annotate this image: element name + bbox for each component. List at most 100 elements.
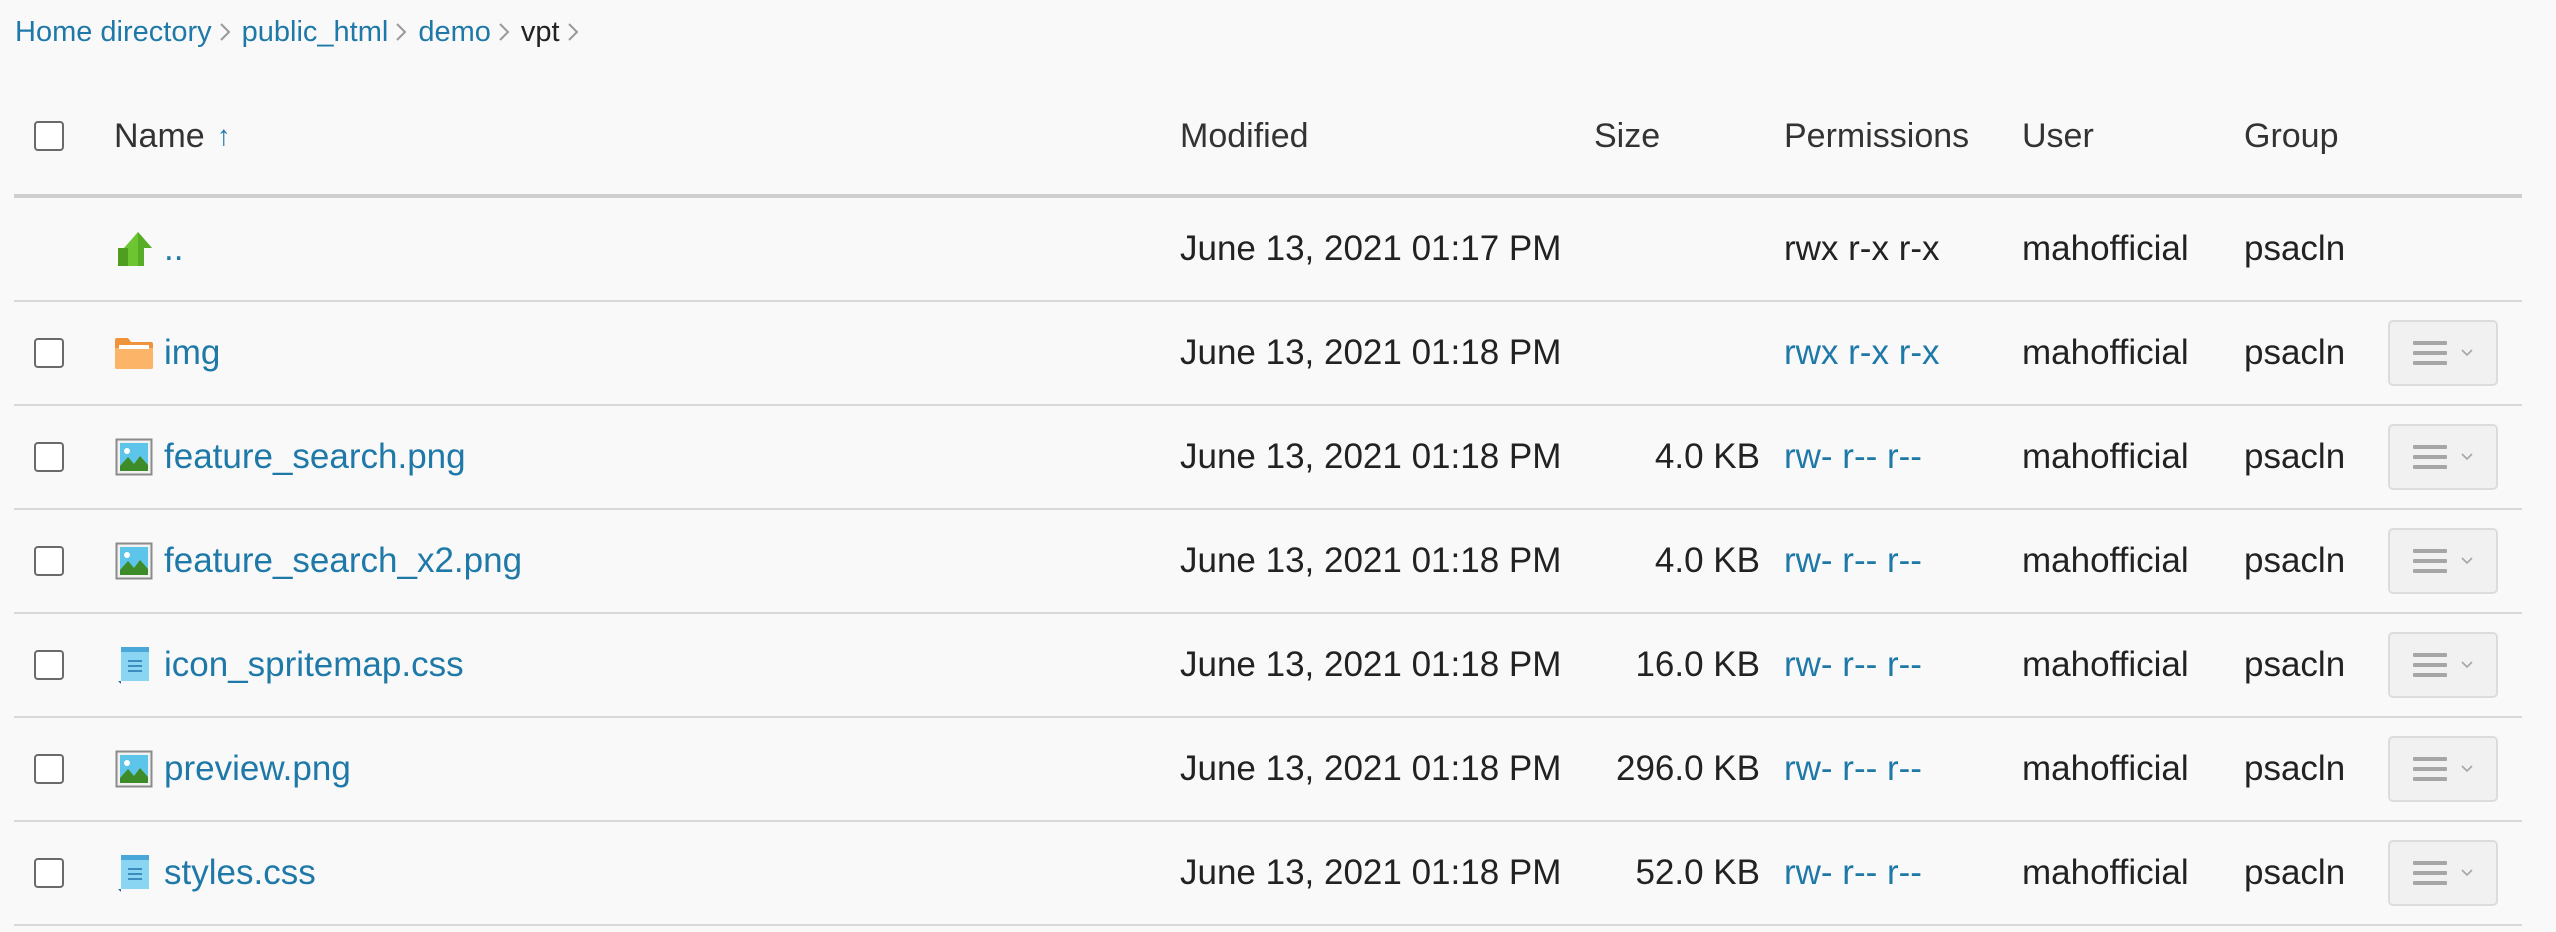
name-cell: feature_search.png <box>114 406 466 508</box>
actions-cell <box>2388 718 2498 820</box>
modified-date: June 13, 2021 01:18 PM <box>1180 437 1562 476</box>
file-name[interactable]: icon_spritemap.css <box>164 645 464 685</box>
chevron-down-icon <box>2461 869 2473 877</box>
chevron-down-icon <box>2461 453 2473 461</box>
file-name[interactable]: styles.css <box>164 853 316 893</box>
folder-up-icon <box>114 229 154 269</box>
row-actions-menu-button[interactable] <box>2388 736 2498 802</box>
chevron-right-icon <box>567 22 579 42</box>
row-actions-menu-button[interactable] <box>2388 424 2498 490</box>
permissions-cell: rwx r-x r-x <box>1784 302 1940 404</box>
permissions-cell: rw- r-- r-- <box>1784 822 1922 924</box>
file-table: Name ↑ Modified Size Permissions User Gr… <box>14 90 2522 926</box>
owner-group: psacln <box>2244 749 2346 788</box>
permissions-cell: rw- r-- r-- <box>1784 718 1922 820</box>
parent-directory-link[interactable]: .. <box>114 198 183 300</box>
file-size <box>1594 198 1760 300</box>
row-checkbox[interactable] <box>34 650 64 680</box>
table-row: styles.css June 13, 2021 01:18 PM 52.0 K… <box>14 822 2522 926</box>
chevron-down-icon <box>2461 349 2473 357</box>
breadcrumb-home-directory[interactable]: Home directory <box>15 12 212 52</box>
table-row-parent: .. June 13, 2021 01:17 PM rwx r-x r-x ma… <box>14 198 2522 302</box>
file-name[interactable]: img <box>164 333 220 373</box>
owner-user: mahofficial <box>2022 229 2189 268</box>
name-cell: feature_search_x2.png <box>114 510 522 612</box>
breadcrumb-public-html[interactable]: public_html <box>242 12 389 52</box>
row-checkbox[interactable] <box>34 546 64 576</box>
modified-date: June 13, 2021 01:18 PM <box>1180 333 1562 372</box>
owner-user: mahofficial <box>2022 645 2189 684</box>
permissions-link[interactable]: rw- r-- r-- <box>1784 541 1922 581</box>
owner-group: psacln <box>2244 541 2346 580</box>
permissions-cell: rw- r-- r-- <box>1784 614 1922 716</box>
row-checkbox[interactable] <box>34 442 64 472</box>
menu-icon <box>2413 341 2447 365</box>
menu-icon <box>2413 445 2447 469</box>
table-row: feature_search_x2.png June 13, 2021 01:1… <box>14 510 2522 614</box>
permissions-link[interactable]: rw- r-- r-- <box>1784 645 1922 685</box>
menu-icon <box>2413 757 2447 781</box>
permissions-link[interactable]: rw- r-- r-- <box>1784 437 1922 477</box>
actions-cell <box>2388 510 2498 612</box>
name-cell: icon_spritemap.css <box>114 614 464 716</box>
chevron-right-icon <box>498 22 510 42</box>
file-size: 296.0 KB <box>1616 749 1760 788</box>
row-checkbox[interactable] <box>34 754 64 784</box>
row-checkbox[interactable] <box>34 858 64 888</box>
actions-cell <box>2388 406 2498 508</box>
actions-cell <box>2388 302 2498 404</box>
chevron-down-icon <box>2461 661 2473 669</box>
permissions-cell: rw- r-- r-- <box>1784 510 1922 612</box>
actions-cell <box>2388 614 2498 716</box>
column-header-group[interactable]: Group <box>2244 84 2339 188</box>
column-header-name[interactable]: Name ↑ <box>114 84 231 188</box>
row-actions-menu-button[interactable] <box>2388 632 2498 698</box>
chevron-down-icon <box>2461 557 2473 565</box>
table-header: Name ↑ Modified Size Permissions User Gr… <box>14 90 2522 198</box>
owner-group: psacln <box>2244 229 2346 268</box>
actions-cell <box>2388 822 2498 924</box>
file-size: 52.0 KB <box>1635 853 1760 892</box>
column-header-user[interactable]: User <box>2022 84 2094 188</box>
owner-user: mahofficial <box>2022 437 2189 476</box>
breadcrumb: Home directory public_html demo vpt <box>15 12 590 52</box>
file-name[interactable]: feature_search.png <box>164 437 466 477</box>
file-name[interactable]: feature_search_x2.png <box>164 541 522 581</box>
column-header-name-label: Name <box>114 116 205 155</box>
table-row: feature_search.png June 13, 2021 01:18 P… <box>14 406 2522 510</box>
file-name[interactable]: .. <box>164 229 183 269</box>
image-file-icon <box>114 541 154 581</box>
owner-user: mahofficial <box>2022 853 2189 892</box>
column-header-size[interactable]: Size <box>1594 84 1760 188</box>
permissions-text: rwx r-x r-x <box>1784 229 1940 268</box>
menu-icon <box>2413 653 2447 677</box>
modified-date: June 13, 2021 01:18 PM <box>1180 541 1562 580</box>
permissions-link[interactable]: rw- r-- r-- <box>1784 853 1922 893</box>
chevron-right-icon <box>219 22 231 42</box>
modified-date: June 13, 2021 01:18 PM <box>1180 749 1562 788</box>
folder-icon <box>114 333 154 373</box>
row-actions-menu-button[interactable] <box>2388 320 2498 386</box>
owner-user: mahofficial <box>2022 541 2189 580</box>
row-actions-menu-button[interactable] <box>2388 528 2498 594</box>
name-cell: img <box>114 302 220 404</box>
breadcrumb-demo[interactable]: demo <box>418 12 491 52</box>
column-header-modified[interactable]: Modified <box>1180 84 1309 188</box>
menu-icon <box>2413 549 2447 573</box>
file-size: 16.0 KB <box>1635 645 1760 684</box>
file-name[interactable]: preview.png <box>164 749 351 789</box>
row-checkbox[interactable] <box>34 338 64 368</box>
table-row: preview.png June 13, 2021 01:18 PM 296.0… <box>14 718 2522 822</box>
chevron-down-icon <box>2461 765 2473 773</box>
owner-group: psacln <box>2244 853 2346 892</box>
menu-icon <box>2413 861 2447 885</box>
select-all-checkbox[interactable] <box>34 121 64 151</box>
image-file-icon <box>114 437 154 477</box>
row-actions-menu-button[interactable] <box>2388 840 2498 906</box>
column-header-permissions[interactable]: Permissions <box>1784 84 1969 188</box>
permissions-link[interactable]: rw- r-- r-- <box>1784 749 1922 789</box>
owner-group: psacln <box>2244 333 2346 372</box>
file-size: 4.0 KB <box>1654 437 1760 476</box>
file-size: 4.0 KB <box>1654 541 1760 580</box>
permissions-link[interactable]: rwx r-x r-x <box>1784 333 1940 373</box>
